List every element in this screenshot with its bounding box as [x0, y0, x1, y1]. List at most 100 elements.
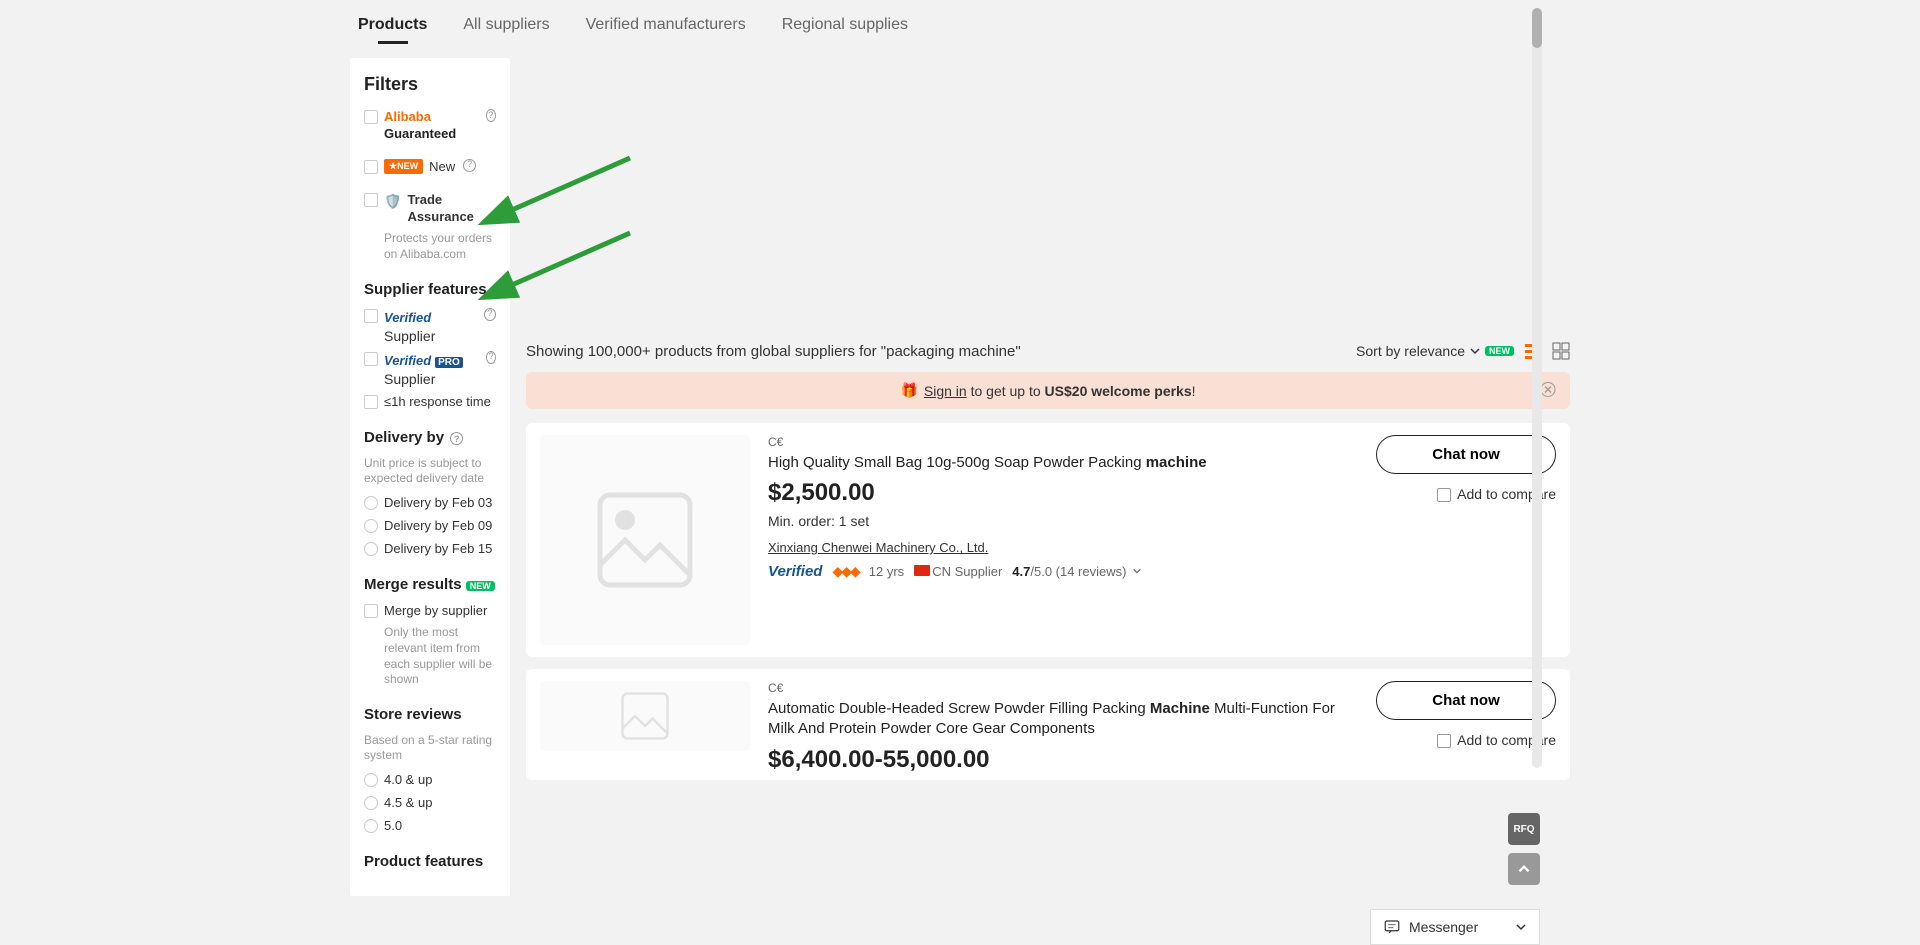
supplier-link[interactable]: Xinxiang Chenwei Machinery Co., Ltd. — [768, 540, 988, 555]
filter-label: Trade Assurance — [407, 192, 496, 226]
info-icon[interactable]: ? — [484, 308, 496, 321]
checkbox[interactable] — [364, 160, 378, 174]
delivery-option[interactable]: Delivery by Feb 09 — [364, 518, 496, 535]
shield-icon: 🛡️ — [384, 192, 401, 210]
filter-merge-by-supplier[interactable]: Merge by supplier — [364, 603, 496, 620]
supplier-meta: Verified ◆◆◆ 12 yrs CN Supplier 4.7/5.0 … — [768, 563, 1358, 580]
country-text: CN Supplier — [932, 564, 1002, 579]
filter-new[interactable]: ★NEW New ? — [364, 159, 496, 176]
flag-icon — [914, 565, 930, 576]
brand-guaranteed: Guaranteed — [384, 126, 456, 141]
certification-badge: C€ — [768, 435, 1358, 449]
filters-sidebar: Filters Alibaba Guaranteed ? ★NEW New ? … — [350, 58, 510, 896]
chat-now-button[interactable]: Chat now — [1376, 435, 1556, 474]
supplier-features-heading: Supplier features — [364, 281, 496, 298]
close-icon[interactable] — [1540, 381, 1556, 400]
tab-regional-supplies[interactable]: Regional supplies — [782, 16, 908, 38]
back-to-top-button[interactable] — [1508, 853, 1540, 885]
checkbox[interactable] — [364, 395, 378, 409]
filter-label: New — [429, 159, 455, 176]
info-icon[interactable]: ? — [450, 432, 463, 445]
review-option[interactable]: 4.0 & up — [364, 772, 496, 789]
checkbox[interactable] — [364, 193, 378, 207]
radio[interactable] — [364, 773, 378, 787]
gift-icon: 🎁 — [900, 382, 917, 399]
store-reviews-heading: Store reviews — [364, 706, 496, 723]
rating-suffix: /5.0 (14 reviews) — [1030, 564, 1126, 579]
delivery-help: Unit price is subject to expected delive… — [364, 456, 496, 487]
messenger-label: Messenger — [1409, 919, 1478, 935]
sort-label: Sort by relevance — [1356, 343, 1465, 359]
product-price: $6,400.00-55,000.00 — [768, 746, 1358, 774]
rating-value: 4.7 — [1012, 564, 1030, 579]
pro-badge-icon: PRO — [435, 357, 463, 368]
product-title[interactable]: Automatic Double-Headed Screw Powder Fil… — [768, 699, 1358, 740]
new-badge-icon: NEW — [1485, 346, 1514, 356]
radio[interactable] — [364, 819, 378, 833]
tab-products[interactable]: Products — [358, 16, 427, 38]
filter-response-time[interactable]: ≤1h response time — [364, 394, 496, 411]
years-text: 12 yrs — [869, 564, 904, 579]
filter-label: ≤1h response time — [384, 394, 491, 411]
checkbox[interactable] — [1437, 488, 1451, 502]
min-order: Min. order: 1 set — [768, 513, 1358, 529]
sort-dropdown[interactable]: Sort by relevance NEW — [1356, 343, 1514, 359]
results-count-text: Showing 100,000+ products from global su… — [526, 343, 1021, 360]
grid-view-icon[interactable] — [1552, 342, 1570, 360]
review-option[interactable]: 4.5 & up — [364, 795, 496, 812]
radio[interactable] — [364, 796, 378, 810]
messenger-widget[interactable]: Messenger — [1370, 909, 1540, 945]
radio[interactable] — [364, 519, 378, 533]
tab-all-suppliers[interactable]: All suppliers — [463, 16, 549, 38]
filter-label: Merge by supplier — [384, 603, 487, 620]
delivery-option[interactable]: Delivery by Feb 03 — [364, 495, 496, 512]
merge-help: Only the most relevant item from each su… — [364, 625, 496, 687]
checkbox[interactable] — [1437, 734, 1451, 748]
new-badge-icon: NEW — [466, 581, 495, 591]
review-option[interactable]: 5.0 — [364, 818, 496, 835]
chevron-down-icon — [1515, 921, 1527, 933]
scrollbar-thumb[interactable] — [1532, 8, 1542, 48]
product-features-heading: Product features — [364, 853, 496, 870]
checkbox[interactable] — [364, 604, 378, 618]
radio[interactable] — [364, 496, 378, 510]
sign-in-link[interactable]: Sign in — [924, 383, 967, 399]
results-main: Showing 100,000+ products from global su… — [526, 58, 1570, 792]
filter-verified-supplier[interactable]: Verified Supplier ? — [364, 308, 496, 345]
info-icon[interactable]: ? — [463, 159, 476, 172]
filter-trade-assurance[interactable]: 🛡️ Trade Assurance — [364, 192, 496, 226]
product-title[interactable]: High Quality Small Bag 10g-500g Soap Pow… — [768, 453, 1358, 473]
verified-badge-icon: Verified — [384, 353, 431, 368]
new-badge-icon: ★NEW — [384, 159, 423, 175]
product-image[interactable] — [540, 681, 750, 751]
filter-alibaba-guaranteed[interactable]: Alibaba Guaranteed ? — [364, 109, 496, 143]
verified-badge-icon: Verified — [384, 310, 431, 325]
info-icon[interactable]: ? — [486, 351, 496, 364]
filter-label: Supplier — [384, 328, 435, 344]
chevron-down-icon — [1469, 345, 1481, 357]
filter-label: Supplier — [384, 371, 435, 387]
trade-assurance-help: Protects your orders on Alibaba.com — [364, 231, 496, 262]
verified-badge-icon: Verified — [768, 563, 822, 580]
filters-heading: Filters — [364, 74, 496, 95]
scrollbar[interactable] — [1532, 8, 1542, 768]
radio[interactable] — [364, 542, 378, 556]
checkbox[interactable] — [364, 309, 378, 323]
reviews-help: Based on a 5-star rating system — [364, 733, 496, 764]
chat-icon — [1383, 918, 1401, 936]
delivery-option[interactable]: Delivery by Feb 15 — [364, 541, 496, 558]
filter-verified-pro-supplier[interactable]: Verified PRO Supplier ? — [364, 351, 496, 388]
checkbox[interactable] — [364, 110, 378, 124]
checkbox[interactable] — [364, 352, 378, 366]
brand-alibaba: Alibaba — [384, 109, 431, 124]
chevron-up-icon — [1517, 862, 1531, 876]
welcome-perks-banner: 🎁 Sign in to get up to US$20 welcome per… — [526, 372, 1570, 409]
chevron-down-icon[interactable] — [1132, 566, 1142, 576]
rfq-button[interactable]: RFQ — [1508, 813, 1540, 845]
tab-verified-manufacturers[interactable]: Verified manufacturers — [586, 16, 746, 38]
product-price: $2,500.00 — [768, 479, 1358, 507]
product-image[interactable] — [540, 435, 750, 645]
info-icon[interactable]: ? — [486, 109, 496, 122]
product-card: C€ Automatic Double-Headed Screw Powder … — [526, 669, 1570, 780]
chat-now-button[interactable]: Chat now — [1376, 681, 1556, 720]
